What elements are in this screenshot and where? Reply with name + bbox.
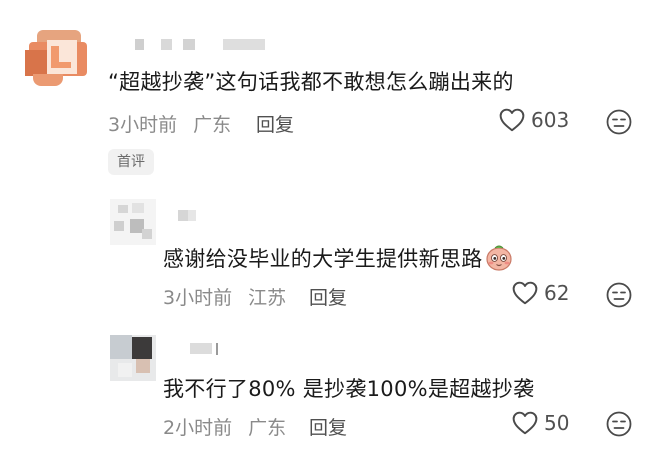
dislike-button[interactable] <box>606 411 632 441</box>
avatar[interactable] <box>25 30 91 88</box>
blushing-face-emoji <box>485 243 513 276</box>
like-count: 62 <box>544 281 570 305</box>
comment-text: “超越抄袭”这句话我都不敢想怎么蹦出来的 <box>108 70 514 94</box>
heart-outline-icon <box>499 108 525 132</box>
comment-text: 我不行了80% 是抄袭100%是超越抄袭 <box>163 377 535 401</box>
avatar[interactable] <box>110 199 156 245</box>
username-blurred[interactable] <box>178 210 208 221</box>
comment-text: 感谢给没毕业的大学生提供新思路 <box>163 243 513 276</box>
avatar[interactable] <box>110 335 156 381</box>
username-blurred[interactable] <box>190 343 234 355</box>
like-button[interactable]: 603 <box>499 108 569 132</box>
like-count: 50 <box>544 411 570 435</box>
like-count: 603 <box>531 108 570 132</box>
heart-outline-icon <box>512 281 538 305</box>
dislike-button[interactable] <box>606 282 632 312</box>
comment-location: 江苏 <box>248 287 287 309</box>
comment-meta: 3小时前 广东 <box>108 110 231 137</box>
unamused-face-icon <box>606 411 632 437</box>
reply-button[interactable]: 回复 <box>256 110 294 137</box>
comment-meta: 2小时前 广东 <box>163 413 286 440</box>
username-blurred[interactable] <box>135 39 270 50</box>
reply-button[interactable]: 回复 <box>309 413 347 440</box>
comment-location: 广东 <box>193 114 232 136</box>
reply-button[interactable]: 回复 <box>309 283 347 310</box>
comment-meta: 3小时前 江苏 <box>163 283 286 310</box>
unamused-face-icon <box>606 282 632 308</box>
unamused-face-icon <box>606 109 632 135</box>
dislike-button[interactable] <box>606 109 632 139</box>
like-button[interactable]: 50 <box>512 411 569 435</box>
first-comment-badge: 首评 <box>108 149 154 175</box>
like-button[interactable]: 62 <box>512 281 569 305</box>
comment-time: 3小时前 <box>163 287 233 309</box>
heart-outline-icon <box>512 411 538 435</box>
comment-time: 3小时前 <box>108 114 178 136</box>
comment-time: 2小时前 <box>163 417 233 439</box>
comment-location: 广东 <box>248 417 287 439</box>
